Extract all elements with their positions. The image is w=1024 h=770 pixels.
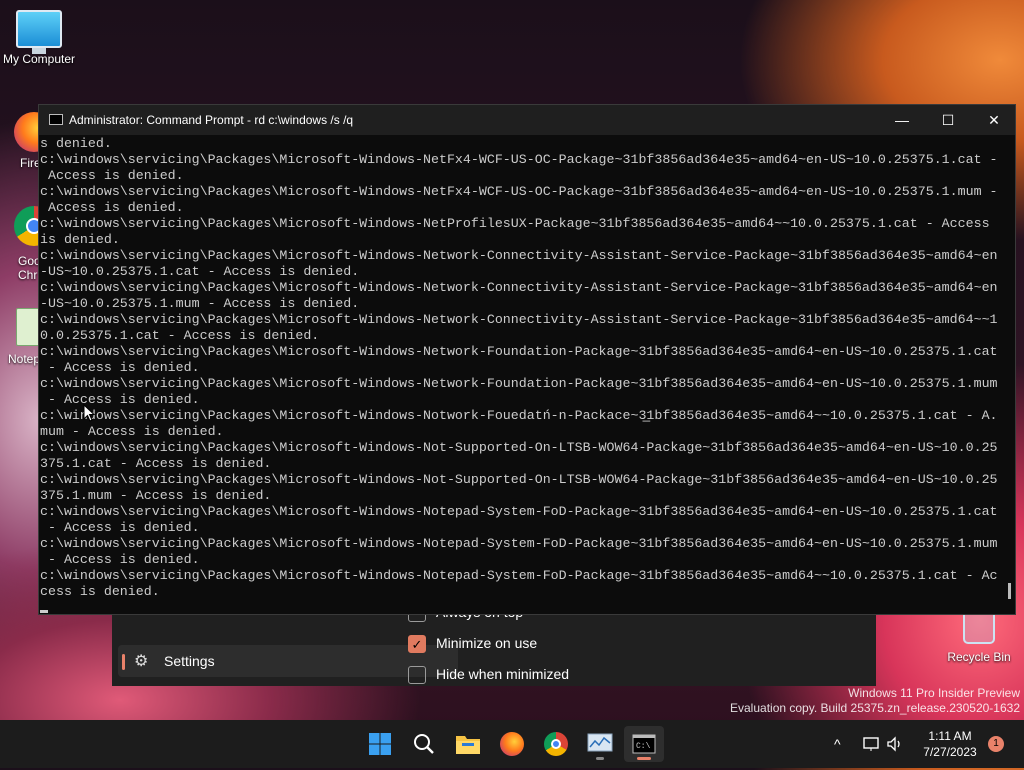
clock-date: 7/27/2023 xyxy=(923,745,977,759)
taskbar: C:\ ^ 1:11 AM 7/27/2023 xyxy=(0,720,1024,768)
console-line: is denied. xyxy=(40,232,120,247)
desktop-icon-label: Recycle Bin xyxy=(947,650,1011,664)
desktop-icon-my-computer[interactable]: My Computer xyxy=(0,10,82,66)
firefox-icon xyxy=(500,732,524,756)
console-line: c:\windows\servicing\Packages\Microsoft-… xyxy=(40,248,998,263)
console-line: c:\windows\servicing\Packages\Microsoft-… xyxy=(40,440,998,455)
clock-time: 1:11 AM xyxy=(928,729,972,743)
mouse-pointer-icon xyxy=(83,404,95,422)
console-line: c:\windows\servicing\Packages\Microsoft-… xyxy=(40,504,998,519)
console-line: 0.0.25375.1.cat - Access is denied. xyxy=(40,328,320,343)
running-indicator xyxy=(596,757,604,760)
clock[interactable]: 1:11 AM 7/27/2023 xyxy=(908,728,992,760)
option-label: Hide when minimized xyxy=(436,666,570,682)
computer-icon xyxy=(16,10,62,54)
watermark-line: Evaluation copy. Build 25375.zn_release.… xyxy=(730,701,1020,715)
console-line: - Access is denied. xyxy=(40,552,200,567)
hide-when-minimized-checkbox[interactable] xyxy=(408,666,426,684)
console-line: 375.1.cat - Access is denied. xyxy=(40,456,272,471)
window-title: Administrator: Command Prompt - rd c:\wi… xyxy=(69,113,354,127)
chrome-button[interactable] xyxy=(536,726,576,762)
terminal-icon: C:\ xyxy=(632,734,656,754)
text-cursor xyxy=(40,610,48,613)
command-prompt-button[interactable]: C:\ xyxy=(624,726,664,762)
console-line: - Access is denied. xyxy=(40,360,200,375)
console-line: Access is denied. xyxy=(40,200,184,215)
console-line: - Access is denied. xyxy=(40,392,200,407)
settings-nav-item[interactable]: ⚙ Settings xyxy=(118,645,458,677)
desktop-icon-label: Notep xyxy=(8,352,41,366)
console-line: 375.1.mum - Access is denied. xyxy=(40,488,272,503)
desktop-icon-label: My Computer xyxy=(2,52,76,66)
console-line: c:\windows\servicing\Packages\Microsoft-… xyxy=(40,344,998,359)
windows-watermark: Windows 11 Pro Insider Preview Evaluatio… xyxy=(730,686,1020,716)
console-line: c:\windows\servicing\Packages\Microsoft-… xyxy=(40,152,998,167)
console-line: c:\windows\servicing\Packages\Microsoft-… xyxy=(40,280,998,295)
gear-icon: ⚙ xyxy=(134,653,149,670)
console-line: s denied. xyxy=(40,136,112,151)
close-button[interactable]: ✕ xyxy=(971,105,1017,135)
resource-monitor-button[interactable] xyxy=(580,726,620,762)
option-label: Minimize on use xyxy=(436,635,538,651)
console-line: cess is denied. xyxy=(40,584,160,599)
cmd-app-icon xyxy=(49,114,63,125)
console-line: c:\windows\servicing\Packages\Microsoft-… xyxy=(40,184,998,199)
console-line: c:\windows\servicing\Packages\Microsoft-… xyxy=(40,312,998,327)
chrome-icon xyxy=(544,732,568,756)
scrollbar-thumb[interactable] xyxy=(1008,583,1011,599)
minimize-on-use-checkbox[interactable]: ✓ xyxy=(408,635,426,653)
monitor-chart-icon xyxy=(587,733,613,752)
console-line: c:\windows\servicing\Packages\Microsoft-… xyxy=(40,472,998,487)
console-line: c:\windows\servicing\Packages\Microsoft-… xyxy=(40,376,998,391)
console-line: Access is denied. xyxy=(40,168,184,183)
minimize-button[interactable]: — xyxy=(879,105,925,135)
notification-badge[interactable]: 1 xyxy=(988,736,1004,752)
console-line: c:\windows\servicing\Packages\Microsoft-… xyxy=(40,536,998,551)
selection-indicator xyxy=(122,654,125,670)
maximize-button[interactable]: ☐ xyxy=(925,105,971,135)
console-line: - Access is denied. xyxy=(40,520,200,535)
windows-logo-icon xyxy=(369,733,391,755)
recycle-bin-icon xyxy=(963,612,995,644)
console-line: -US~10.0.25375.1.cat - Access is denied. xyxy=(40,264,360,279)
console-line: c:\windows\servicing\Packages\Microsoft-… xyxy=(40,408,998,423)
desktop-icon-recycle-bin[interactable]: Recycle Bin xyxy=(944,612,1014,664)
command-prompt-window[interactable]: Administrator: Command Prompt - rd c:\wi… xyxy=(38,104,1016,615)
volume-icon[interactable] xyxy=(886,735,904,753)
console-line: c:\windows\servicing\Packages\Microsoft-… xyxy=(40,568,998,583)
search-icon xyxy=(414,734,434,754)
start-button[interactable] xyxy=(360,726,400,762)
console-line: c:\windows\servicing\Packages\Microsoft-… xyxy=(40,216,990,231)
console-output[interactable]: s denied. c:\windows\servicing\Packages\M… xyxy=(40,136,1000,606)
console-line: mum - Access is denied. xyxy=(40,424,224,439)
network-icon[interactable] xyxy=(862,735,880,753)
svg-text:C:\: C:\ xyxy=(636,742,651,751)
title-bar[interactable]: Administrator: Command Prompt - rd c:\wi… xyxy=(39,105,1015,135)
firefox-button[interactable] xyxy=(492,726,532,762)
watermark-line: Windows 11 Pro Insider Preview xyxy=(848,686,1020,700)
show-hidden-icons-chevron[interactable]: ^ xyxy=(834,720,841,768)
active-indicator xyxy=(637,757,651,760)
search-button[interactable] xyxy=(404,726,444,762)
file-explorer-button[interactable] xyxy=(448,726,488,762)
settings-nav-label: Settings xyxy=(164,653,215,669)
folder-icon xyxy=(456,736,480,754)
console-line: -US~10.0.25375.1.mum - Access is denied. xyxy=(40,296,360,311)
settings-panel: ⚙ Settings Always on top ✓ Minimize on u… xyxy=(112,604,876,686)
